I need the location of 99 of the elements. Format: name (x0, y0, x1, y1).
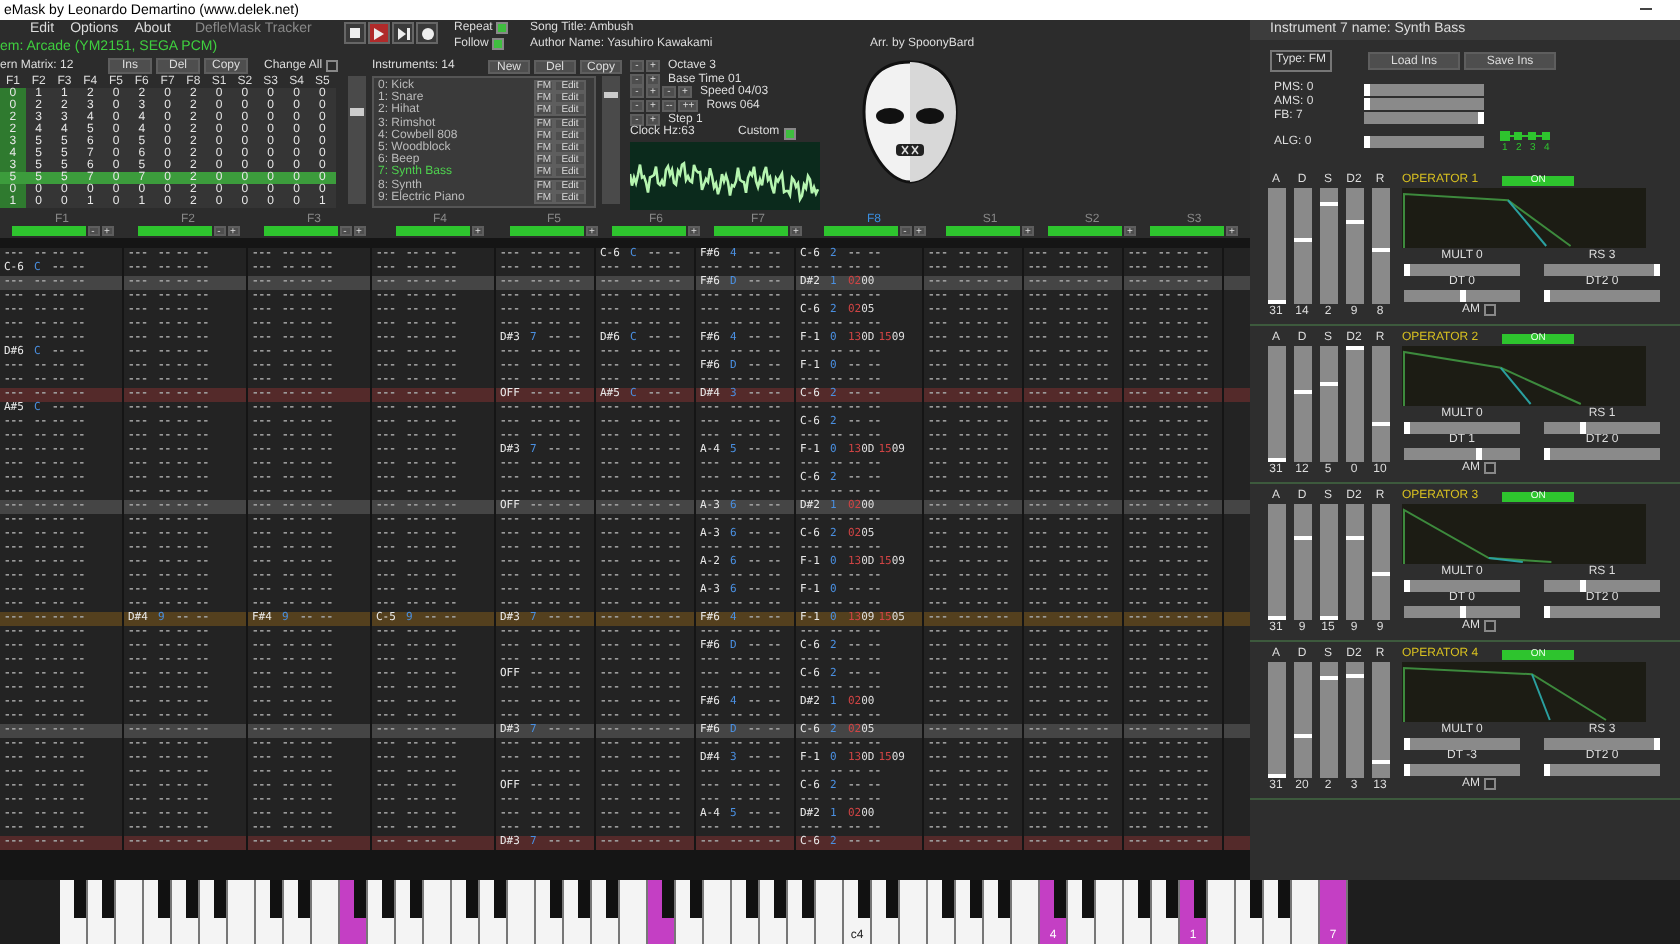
skip-icon (397, 27, 409, 39)
piano-key[interactable] (1124, 880, 1152, 944)
piano-key[interactable] (88, 880, 116, 944)
checkbox[interactable] (1484, 620, 1496, 632)
scrollbar (602, 76, 620, 204)
piano-key[interactable] (788, 880, 816, 944)
piano-key[interactable] (200, 880, 228, 944)
slider-handle[interactable] (1319, 202, 1337, 207)
piano-key[interactable] (452, 880, 480, 944)
slider-handle[interactable] (1404, 580, 1410, 592)
play-icon (374, 27, 384, 39)
checkbox[interactable] (783, 127, 796, 140)
scrollbar (348, 76, 366, 204)
slider-handle[interactable] (1478, 111, 1484, 123)
slider-handle[interactable] (1544, 606, 1550, 618)
mask-drawing (860, 60, 960, 184)
checkbox[interactable] (326, 60, 339, 72)
checkbox[interactable] (1484, 462, 1496, 474)
volume-bar (1048, 225, 1122, 235)
minimize-icon[interactable] (1640, 8, 1652, 12)
volume-bar (396, 225, 470, 235)
slider-handle[interactable] (1459, 606, 1465, 618)
piano-key[interactable] (396, 880, 424, 944)
piano-key[interactable] (760, 880, 788, 944)
checkbox[interactable] (496, 22, 509, 34)
slider-handle[interactable] (1580, 580, 1587, 592)
piano-key[interactable] (368, 880, 396, 944)
slider-handle[interactable] (1319, 382, 1337, 387)
slider-handle[interactable] (1293, 389, 1311, 394)
transport-button[interactable] (416, 22, 438, 44)
piano-key[interactable] (1152, 880, 1180, 944)
piano-key[interactable] (676, 880, 704, 944)
slider-handle[interactable] (1371, 759, 1389, 764)
slider-handle[interactable] (1654, 264, 1660, 276)
piano-key[interactable] (256, 880, 284, 944)
slider-handle[interactable] (1404, 764, 1410, 776)
volume-bar (263, 225, 337, 235)
piano-key[interactable] (984, 880, 1012, 944)
volume-bar (714, 225, 788, 235)
volume-bar (1150, 225, 1224, 235)
piano-key[interactable] (172, 880, 200, 944)
stop-icon (350, 28, 360, 38)
checkbox[interactable] (1484, 778, 1496, 790)
volume-bar (137, 225, 211, 235)
slider-handle[interactable] (1319, 676, 1337, 681)
slider-handle[interactable] (1293, 734, 1311, 739)
volume-bar (946, 225, 1020, 235)
checkbox[interactable] (1484, 304, 1496, 316)
slider-handle[interactable] (1267, 458, 1285, 462)
volume-bar (510, 225, 584, 235)
piano-key[interactable] (536, 880, 564, 944)
transport-button[interactable] (368, 22, 390, 44)
slider-handle[interactable] (1293, 238, 1311, 243)
slider-handle[interactable] (1345, 536, 1363, 541)
checkbox[interactable] (492, 38, 505, 50)
slider-handle[interactable] (1267, 774, 1285, 778)
piano-key[interactable] (60, 880, 88, 944)
slider-handle[interactable] (1319, 616, 1337, 620)
slider-handle[interactable] (1404, 422, 1410, 434)
slider-handle[interactable] (1580, 422, 1587, 434)
transport-button[interactable] (344, 22, 366, 44)
transport-button[interactable] (392, 22, 414, 44)
slider-handle[interactable] (1345, 673, 1363, 678)
volume-bar (11, 225, 85, 235)
piano-key[interactable] (928, 880, 956, 944)
piano-key[interactable] (1068, 880, 1096, 944)
slider-handle[interactable] (1404, 738, 1410, 750)
piano-key[interactable] (564, 880, 592, 944)
slider-handle[interactable] (1371, 421, 1389, 426)
slider-handle[interactable] (1293, 536, 1311, 541)
piano-key[interactable] (732, 880, 760, 944)
record-icon (421, 27, 433, 39)
slider-handle[interactable] (1364, 136, 1370, 148)
piano-key[interactable] (1236, 880, 1264, 944)
algorithm-drawing (1500, 130, 1552, 142)
slider-handle[interactable] (1544, 290, 1550, 302)
slider-handle[interactable] (1544, 764, 1550, 776)
slider-handle[interactable] (1371, 247, 1389, 252)
slider-handle[interactable] (1404, 264, 1410, 276)
slider-handle[interactable] (1475, 448, 1482, 460)
piano-key[interactable] (144, 880, 172, 944)
slider-handle[interactable] (1364, 83, 1370, 95)
slider-handle[interactable] (1345, 220, 1363, 225)
slider-handle[interactable] (1345, 346, 1363, 350)
slider-handle[interactable] (1544, 448, 1550, 460)
slider-handle[interactable] (1364, 97, 1370, 109)
volume-bar (823, 225, 897, 235)
piano-key[interactable] (284, 880, 312, 944)
slider-handle[interactable] (1267, 300, 1285, 304)
piano-key[interactable] (480, 880, 508, 944)
piano-key[interactable] (1264, 880, 1292, 944)
slider-handle[interactable] (1654, 738, 1660, 750)
piano-key[interactable] (592, 880, 620, 944)
slider-handle[interactable] (1459, 290, 1465, 302)
slider-handle[interactable] (1371, 571, 1389, 576)
volume-bar (612, 225, 686, 235)
piano-key[interactable] (956, 880, 984, 944)
piano-key[interactable] (872, 880, 900, 944)
slider-handle[interactable] (1267, 616, 1285, 620)
